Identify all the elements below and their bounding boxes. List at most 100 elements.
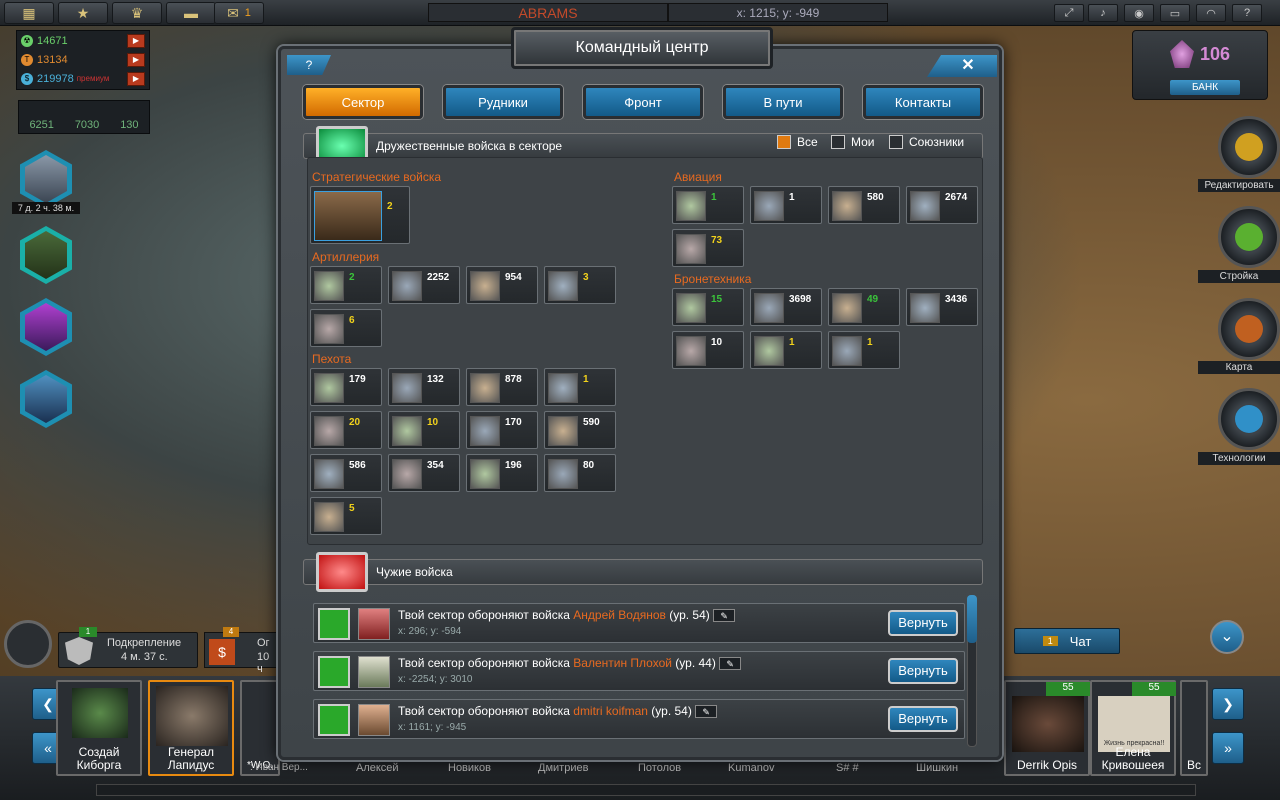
checkbox[interactable] xyxy=(889,135,903,149)
rating-icon[interactable]: ★ xyxy=(58,2,108,24)
return-button[interactable]: Вернуть xyxy=(888,706,958,732)
player-name-link[interactable]: Валентин Плохой xyxy=(573,656,672,670)
unit-slot[interactable]: 1 xyxy=(828,331,900,369)
edit-gear-icon[interactable] xyxy=(1218,116,1280,178)
unit-slot[interactable]: 20 xyxy=(310,411,382,449)
derrik-card[interactable]: 55 Derrik Opis xyxy=(1004,680,1090,776)
flag-icon[interactable]: ▭ xyxy=(1160,4,1190,22)
unit-slot[interactable]: 3698 xyxy=(750,288,822,326)
chat-button[interactable]: 1 Чат xyxy=(1014,628,1120,654)
eye-icon[interactable]: ◉ xyxy=(1124,4,1154,22)
tank-hex[interactable] xyxy=(20,226,72,284)
checkbox[interactable] xyxy=(777,135,791,149)
signal-icon[interactable]: ◠ xyxy=(1196,4,1226,22)
bank-button[interactable]: БАНК xyxy=(1170,80,1240,95)
player-level: (ур. 54) xyxy=(669,608,710,622)
create-cyborg-card[interactable]: Создай Киборга xyxy=(56,680,142,776)
friends-scrollbar[interactable] xyxy=(96,784,1196,796)
tab-sector[interactable]: Сектор xyxy=(303,85,423,119)
unit-slot[interactable]: 179 xyxy=(310,368,382,406)
tab-in-transit[interactable]: В пути xyxy=(723,85,843,119)
scrollbar-thumb[interactable] xyxy=(967,595,977,643)
unit-icon xyxy=(910,191,940,221)
operation-panel[interactable]: $ 4 Ог 10 ч xyxy=(204,627,278,675)
unit-slot[interactable]: 170 xyxy=(466,411,538,449)
pencil-icon[interactable]: ✎ xyxy=(695,705,718,719)
player-name-link[interactable]: dmitri koifman xyxy=(573,704,648,718)
fullscreen-icon[interactable]: ⤢ xyxy=(1054,4,1084,22)
unit-slot[interactable]: 878 xyxy=(466,368,538,406)
unit-slot[interactable]: 2674 xyxy=(906,186,978,224)
unit-slot[interactable]: 196 xyxy=(466,454,538,492)
close-button[interactable]: ✕ xyxy=(927,55,997,77)
unit-slot[interactable]: 73 xyxy=(672,229,744,267)
unit-slot[interactable]: 1 xyxy=(750,186,822,224)
item-hex[interactable] xyxy=(20,298,72,356)
profile-icon[interactable]: ▦ xyxy=(4,2,54,24)
unit-slot[interactable]: 80 xyxy=(544,454,616,492)
clock-icon[interactable] xyxy=(4,620,52,668)
unit-slot[interactable]: 10 xyxy=(672,331,744,369)
friend-card[interactable]: Вс xyxy=(1180,680,1208,776)
ticket-icon[interactable]: ▬ xyxy=(166,2,216,24)
unit-slot[interactable]: 3 xyxy=(544,266,616,304)
unit-slot[interactable]: 132 xyxy=(388,368,460,406)
unit-slot[interactable]: 49 xyxy=(828,288,900,326)
tab-contacts[interactable]: Контакты xyxy=(863,85,983,119)
scroll-right-button[interactable]: ❯ xyxy=(1212,688,1244,720)
avatar[interactable] xyxy=(358,704,390,736)
avatar[interactable] xyxy=(358,608,390,640)
tech-icon[interactable] xyxy=(1218,388,1280,450)
add-money-button[interactable]: ▶ xyxy=(127,71,145,86)
unit-slot[interactable]: 354 xyxy=(388,454,460,492)
unit-slot[interactable]: 1 xyxy=(672,186,744,224)
reinforcement-panel[interactable]: 1 Подкрепление 4 м. 37 с. xyxy=(58,627,198,668)
pencil-icon[interactable]: ✎ xyxy=(719,657,742,671)
unit-slot[interactable]: 1 xyxy=(750,331,822,369)
unit-slot[interactable]: 2252 xyxy=(388,266,460,304)
add-titanium-button[interactable]: ▶ xyxy=(127,52,145,67)
unit-icon xyxy=(676,234,706,264)
tab-mines[interactable]: Рудники xyxy=(443,85,563,119)
unit-slot[interactable]: 954 xyxy=(466,266,538,304)
map-icon[interactable] xyxy=(1218,298,1280,360)
player-name-link[interactable]: Андрей Водянов xyxy=(573,608,666,622)
unit-slot[interactable]: 2 xyxy=(310,266,382,304)
filter-mine[interactable]: Мои xyxy=(831,135,875,149)
commander-hex[interactable] xyxy=(20,150,72,208)
unit-slot[interactable]: 590 xyxy=(544,411,616,449)
checkbox[interactable] xyxy=(831,135,845,149)
unit-slot[interactable]: 5 xyxy=(310,497,382,535)
avatar[interactable] xyxy=(358,656,390,688)
mail-button[interactable]: ✉ 1 xyxy=(214,2,264,24)
unit-count: 170 xyxy=(505,417,522,428)
trophy-icon[interactable]: ♛ xyxy=(112,2,162,24)
return-button[interactable]: Вернуть xyxy=(888,658,958,684)
unit-slot[interactable]: 15 xyxy=(672,288,744,326)
elena-card[interactable]: 55 Жизнь прекрасна!! Елена Кривошеея xyxy=(1090,680,1176,776)
unit-slot[interactable]: 580 xyxy=(828,186,900,224)
unit-slot[interactable]: 3436 xyxy=(906,288,978,326)
filter-all[interactable]: Все xyxy=(777,135,818,149)
return-button[interactable]: Вернуть xyxy=(888,610,958,636)
unit-slot[interactable]: 586 xyxy=(310,454,382,492)
unit-slot[interactable]: 10 xyxy=(388,411,460,449)
build-icon[interactable] xyxy=(1218,206,1280,268)
unit-slot[interactable]: 2 xyxy=(310,186,410,244)
filter-allies[interactable]: Союзники xyxy=(889,135,964,149)
help-icon[interactable]: ? xyxy=(1232,4,1262,22)
general-card[interactable]: Генерал Лапидус xyxy=(148,680,234,776)
scroll-end-button[interactable]: » xyxy=(1212,732,1244,764)
sound-icon[interactable]: ♪ xyxy=(1088,4,1118,22)
pencil-icon[interactable]: ✎ xyxy=(713,609,736,623)
unit-slot[interactable]: 1 xyxy=(544,368,616,406)
jet-hex[interactable] xyxy=(20,370,72,428)
unit-slot[interactable]: 6 xyxy=(310,309,382,347)
expand-down-icon[interactable]: ⌄ xyxy=(1210,620,1244,654)
top-bar: ▦ ★ ♛ ▬ ✉ 1 ABRAMS x: 1215; y: -949 ⤢ ♪ … xyxy=(0,0,1280,26)
premium-label: премиум xyxy=(76,74,110,83)
tab-front[interactable]: Фронт xyxy=(583,85,703,119)
uranium-icon: ☢ xyxy=(21,34,33,47)
add-uranium-button[interactable]: ▶ xyxy=(127,33,145,48)
help-button[interactable]: ? xyxy=(287,55,331,75)
